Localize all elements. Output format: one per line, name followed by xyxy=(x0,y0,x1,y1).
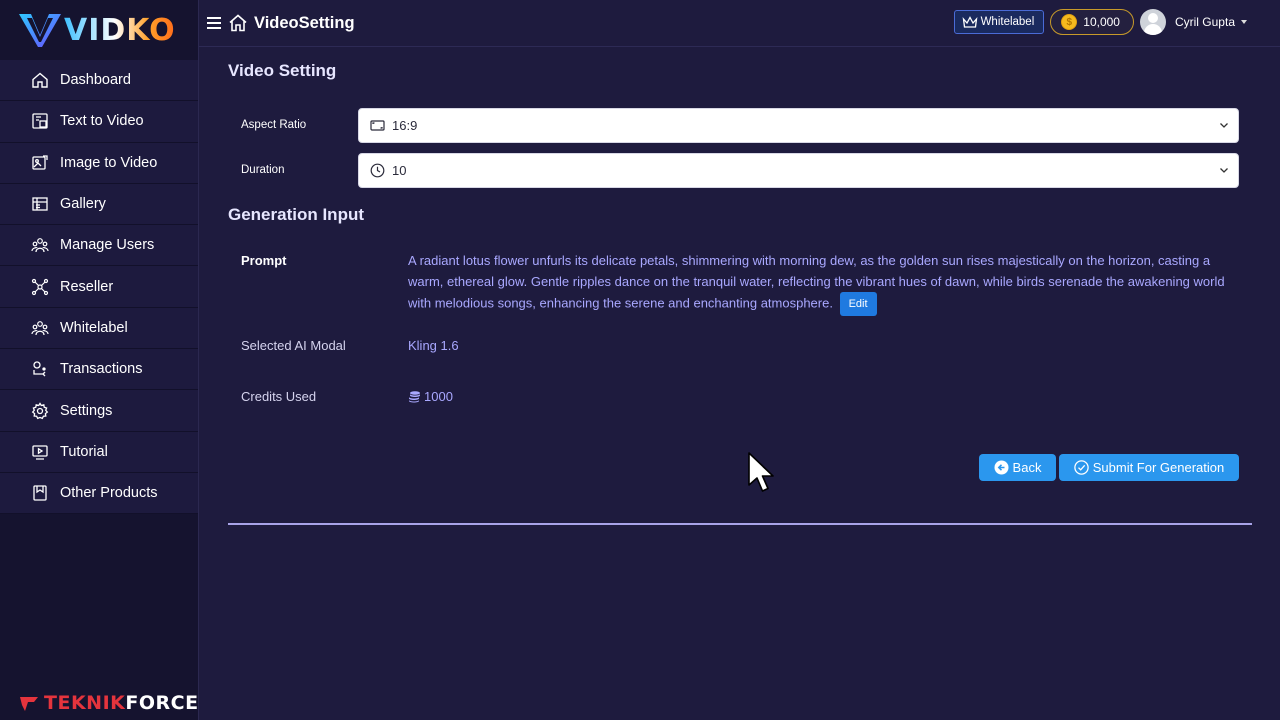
chevron-down-icon xyxy=(1220,168,1228,173)
whitelabel-icon xyxy=(31,321,49,336)
gear-icon xyxy=(31,401,49,419)
prompt-text: A radiant lotus flower unfurls its delic… xyxy=(408,253,1225,311)
sidebar-item-label: Manage Users xyxy=(60,237,155,254)
back-label: Back xyxy=(1012,460,1042,475)
sidebar-item-reseller[interactable]: Reseller xyxy=(0,266,198,308)
aspect-ratio-select[interactable]: 16:9 xyxy=(358,108,1239,143)
menu-toggle-icon[interactable] xyxy=(207,17,221,29)
mouse-cursor-icon xyxy=(748,452,774,492)
brand-footer-left: TEKNIK xyxy=(44,692,126,714)
credits-used-label: Credits Used xyxy=(241,389,317,404)
sidebar-item-image-to-video[interactable]: Image to Video xyxy=(0,142,198,184)
credits-value: 10,000 xyxy=(1083,15,1120,29)
vidko-logo[interactable]: VIDKO xyxy=(0,0,198,60)
sidebar-item-dashboard[interactable]: Dashboard xyxy=(0,60,198,102)
avatar[interactable] xyxy=(1139,9,1166,35)
sidebar-item-label: Tutorial xyxy=(60,443,108,460)
sidebar-item-manage-users[interactable]: Manage Users xyxy=(0,225,198,267)
video-setting-title: Video Setting xyxy=(228,61,337,80)
whitelabel-button[interactable]: Whitelabel xyxy=(953,10,1045,34)
generation-input-title: Generation Input xyxy=(228,205,364,224)
aspect-ratio-icon xyxy=(370,120,385,131)
sidebar-item-settings[interactable]: Settings xyxy=(0,390,198,432)
duration-select[interactable]: 10 xyxy=(358,153,1239,188)
credits-used-number: 1000 xyxy=(424,389,453,404)
sidebar-item-label: Gallery xyxy=(60,196,106,213)
crown-icon xyxy=(962,15,977,28)
submit-for-generation-button[interactable]: Submit For Generation xyxy=(1059,454,1239,481)
reseller-icon xyxy=(31,278,49,295)
credits-used-value: 1000 xyxy=(408,389,453,404)
edit-prompt-button[interactable]: Edit xyxy=(839,292,877,316)
image-video-icon xyxy=(32,155,48,170)
sidebar-item-label: Image to Video xyxy=(60,154,158,171)
top-bar: VideoSetting Whitelabel $ 10,000 Cyril G… xyxy=(199,0,1280,47)
text-video-icon xyxy=(32,113,48,130)
chevron-down-icon[interactable] xyxy=(1241,20,1247,24)
sidebar-item-other-products[interactable]: Other Products xyxy=(0,472,198,515)
sidebar-item-whitelabel[interactable]: Whitelabel xyxy=(0,307,198,350)
home-icon[interactable] xyxy=(228,13,248,33)
users-icon xyxy=(31,238,49,253)
sidebar-item-label: Settings xyxy=(60,402,113,419)
ai-model-value: Kling 1.6 xyxy=(408,338,459,353)
sidebar-item-label: Text to Video xyxy=(60,113,144,130)
gallery-icon xyxy=(32,197,48,211)
sidebar-item-transactions[interactable]: Transactions xyxy=(0,349,198,391)
teknikforce-mark-icon xyxy=(20,697,38,711)
duration-label: Duration xyxy=(241,164,285,176)
sidebar: VIDKO Dashboard Text to Video Image to V… xyxy=(0,0,199,720)
ai-model-label: Selected AI Modal xyxy=(241,338,346,353)
aspect-ratio-value: 16:9 xyxy=(392,118,418,133)
sidebar-item-label: Dashboard xyxy=(60,72,131,89)
coin-icon: $ xyxy=(1061,14,1078,30)
sidebar-item-gallery[interactable]: Gallery xyxy=(0,183,198,226)
prompt-label: Prompt xyxy=(241,253,287,268)
tutorial-icon xyxy=(32,445,48,460)
coins-stack-icon xyxy=(409,391,420,403)
page-title: VideoSetting xyxy=(254,13,355,32)
back-button[interactable]: Back xyxy=(979,454,1056,481)
sidebar-item-label: Reseller xyxy=(60,278,114,295)
sidebar-item-tutorial[interactable]: Tutorial xyxy=(0,431,198,473)
submit-label: Submit For Generation xyxy=(1092,460,1225,475)
brand-footer-right: FORCE xyxy=(125,692,199,714)
vidko-logo-mark-icon xyxy=(19,14,61,47)
credits-badge[interactable]: $ 10,000 xyxy=(1050,9,1134,35)
transactions-icon xyxy=(33,361,46,377)
user-name[interactable]: Cyril Gupta xyxy=(1175,15,1235,29)
check-circle-icon xyxy=(1073,460,1089,475)
arrow-left-circle-icon xyxy=(994,460,1009,475)
home-icon xyxy=(32,72,48,88)
products-icon xyxy=(33,485,47,501)
logo-text: VIDKO xyxy=(64,12,176,48)
section-divider xyxy=(228,523,1252,525)
sidebar-item-text-to-video[interactable]: Text to Video xyxy=(0,101,198,143)
whitelabel-label: Whitelabel xyxy=(980,16,1035,28)
chevron-down-icon xyxy=(1220,123,1228,128)
sidebar-item-label: Whitelabel xyxy=(60,319,128,336)
sidebar-item-label: Other Products xyxy=(60,485,158,502)
sidebar-item-label: Transactions xyxy=(60,361,143,378)
duration-value: 10 xyxy=(392,163,407,178)
teknikforce-logo: TEKNIKFORCE xyxy=(19,692,199,714)
prompt-block: A radiant lotus flower unfurls its delic… xyxy=(408,250,1240,316)
clock-icon xyxy=(370,163,385,178)
aspect-ratio-label: Aspect Ratio xyxy=(241,119,307,131)
sidebar-nav: Dashboard Text to Video Image to Video G… xyxy=(0,60,198,515)
